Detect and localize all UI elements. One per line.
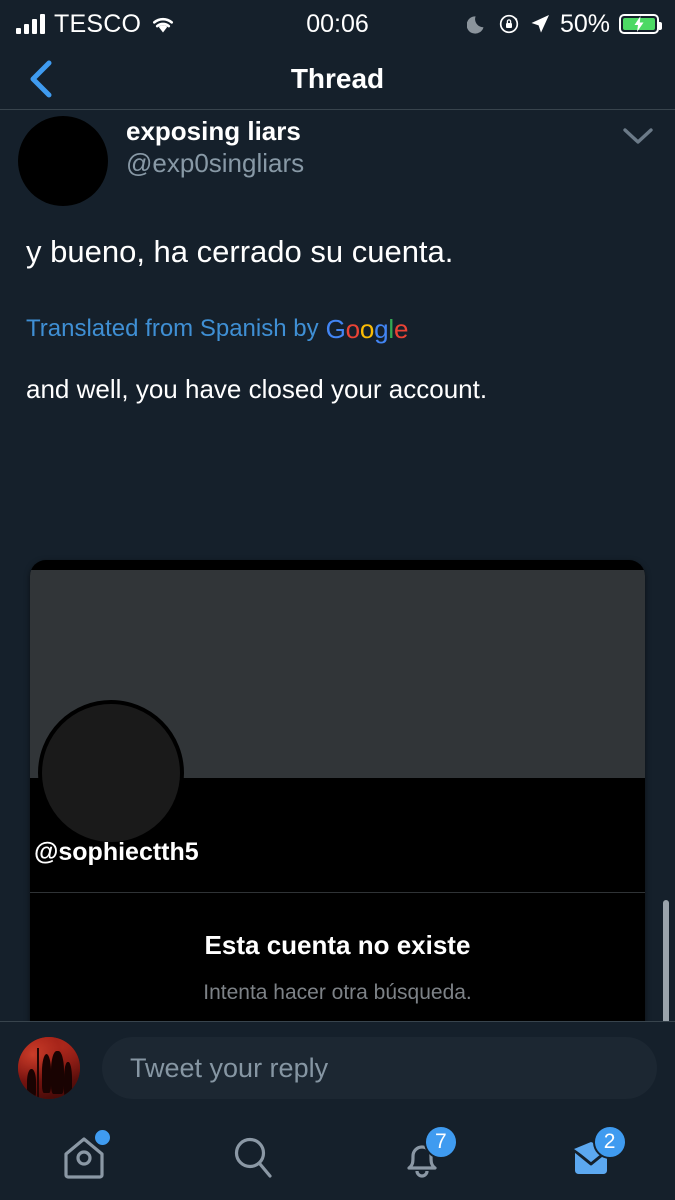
author-name-block: exposing liars @exp0singliars — [126, 115, 304, 179]
clock-label: 00:06 — [306, 9, 369, 38]
status-bar-right: 50% — [466, 9, 662, 39]
tab-notifications[interactable]: 7 — [338, 1114, 507, 1200]
charging-bolt-icon — [634, 16, 644, 32]
reply-placeholder: Tweet your reply — [130, 1052, 329, 1083]
google-logo-letter: G — [325, 314, 346, 344]
translation-notice-label: Translated from Spanish by — [26, 315, 319, 342]
translated-body: and well, you have closed your account. — [26, 374, 488, 404]
nav-header: Thread — [0, 48, 675, 110]
chevron-down-icon — [623, 128, 653, 144]
wifi-icon — [153, 17, 174, 33]
reply-input[interactable]: Tweet your reply — [102, 1037, 657, 1099]
thread-content[interactable]: exposing liars @exp0singliars y bueno, h… — [0, 110, 675, 1021]
tweet-options-button[interactable] — [615, 116, 661, 156]
google-logo-letter: g — [374, 314, 389, 344]
status-bar-left: TESCO — [16, 10, 176, 38]
notifications-badge: 7 — [423, 1125, 458, 1159]
tab-messages[interactable]: 2 — [506, 1114, 675, 1200]
author-handle[interactable]: @exp0singliars — [126, 147, 304, 179]
carrier-label: TESCO — [54, 10, 142, 38]
page-title: Thread — [290, 62, 385, 94]
user-avatar[interactable] — [18, 1037, 80, 1099]
status-bar: TESCO 00:06 50% — [0, 0, 675, 48]
card-divider — [30, 892, 645, 893]
signal-bars-icon — [16, 14, 45, 34]
battery-charging-icon — [619, 14, 662, 34]
chevron-left-icon — [30, 60, 52, 97]
bottom-tab-bar: 7 2 — [0, 1114, 675, 1200]
tab-search[interactable] — [169, 1114, 338, 1200]
messages-badge: 2 — [592, 1125, 627, 1159]
tab-home[interactable] — [0, 1114, 169, 1200]
card-avatar — [38, 700, 184, 846]
google-logo-letter: e — [394, 314, 409, 344]
moon-icon — [466, 16, 484, 34]
empty-state-subtitle: Intenta hacer otra búsqueda. — [203, 981, 472, 1004]
twitter-thread-screen: TESCO 00:06 50% Thread exposing liars @e… — [0, 0, 675, 1200]
search-icon — [235, 1137, 272, 1178]
reply-bar: Tweet your reply — [0, 1021, 675, 1114]
tweet-body: y bueno, ha cerrado su cuenta. — [26, 234, 454, 269]
battery-percent-label: 50% — [559, 9, 610, 38]
empty-state-title: Esta cuenta no existe — [204, 930, 471, 960]
google-logo-letter: o — [359, 314, 375, 344]
rotation-lock-icon — [499, 14, 519, 34]
back-button[interactable] — [18, 57, 62, 101]
translation-notice[interactable]: Translated from Spanish by Google — [0, 314, 675, 344]
tweet-author-row[interactable]: exposing liars @exp0singliars — [0, 110, 675, 206]
author-display-name[interactable]: exposing liars — [126, 115, 304, 147]
google-logo: Google — [326, 314, 409, 344]
embedded-media-card[interactable]: @sophiectth5 Esta cuenta no existe Inten… — [30, 560, 645, 1021]
avatar[interactable] — [18, 116, 108, 206]
scrollbar[interactable] — [663, 900, 669, 1021]
card-handle: @sophiectth5 — [34, 838, 199, 866]
location-arrow-icon — [531, 15, 549, 33]
card-empty-state: Esta cuenta no existe Intenta hacer otra… — [30, 930, 645, 1005]
google-logo-letter: o — [345, 314, 360, 344]
